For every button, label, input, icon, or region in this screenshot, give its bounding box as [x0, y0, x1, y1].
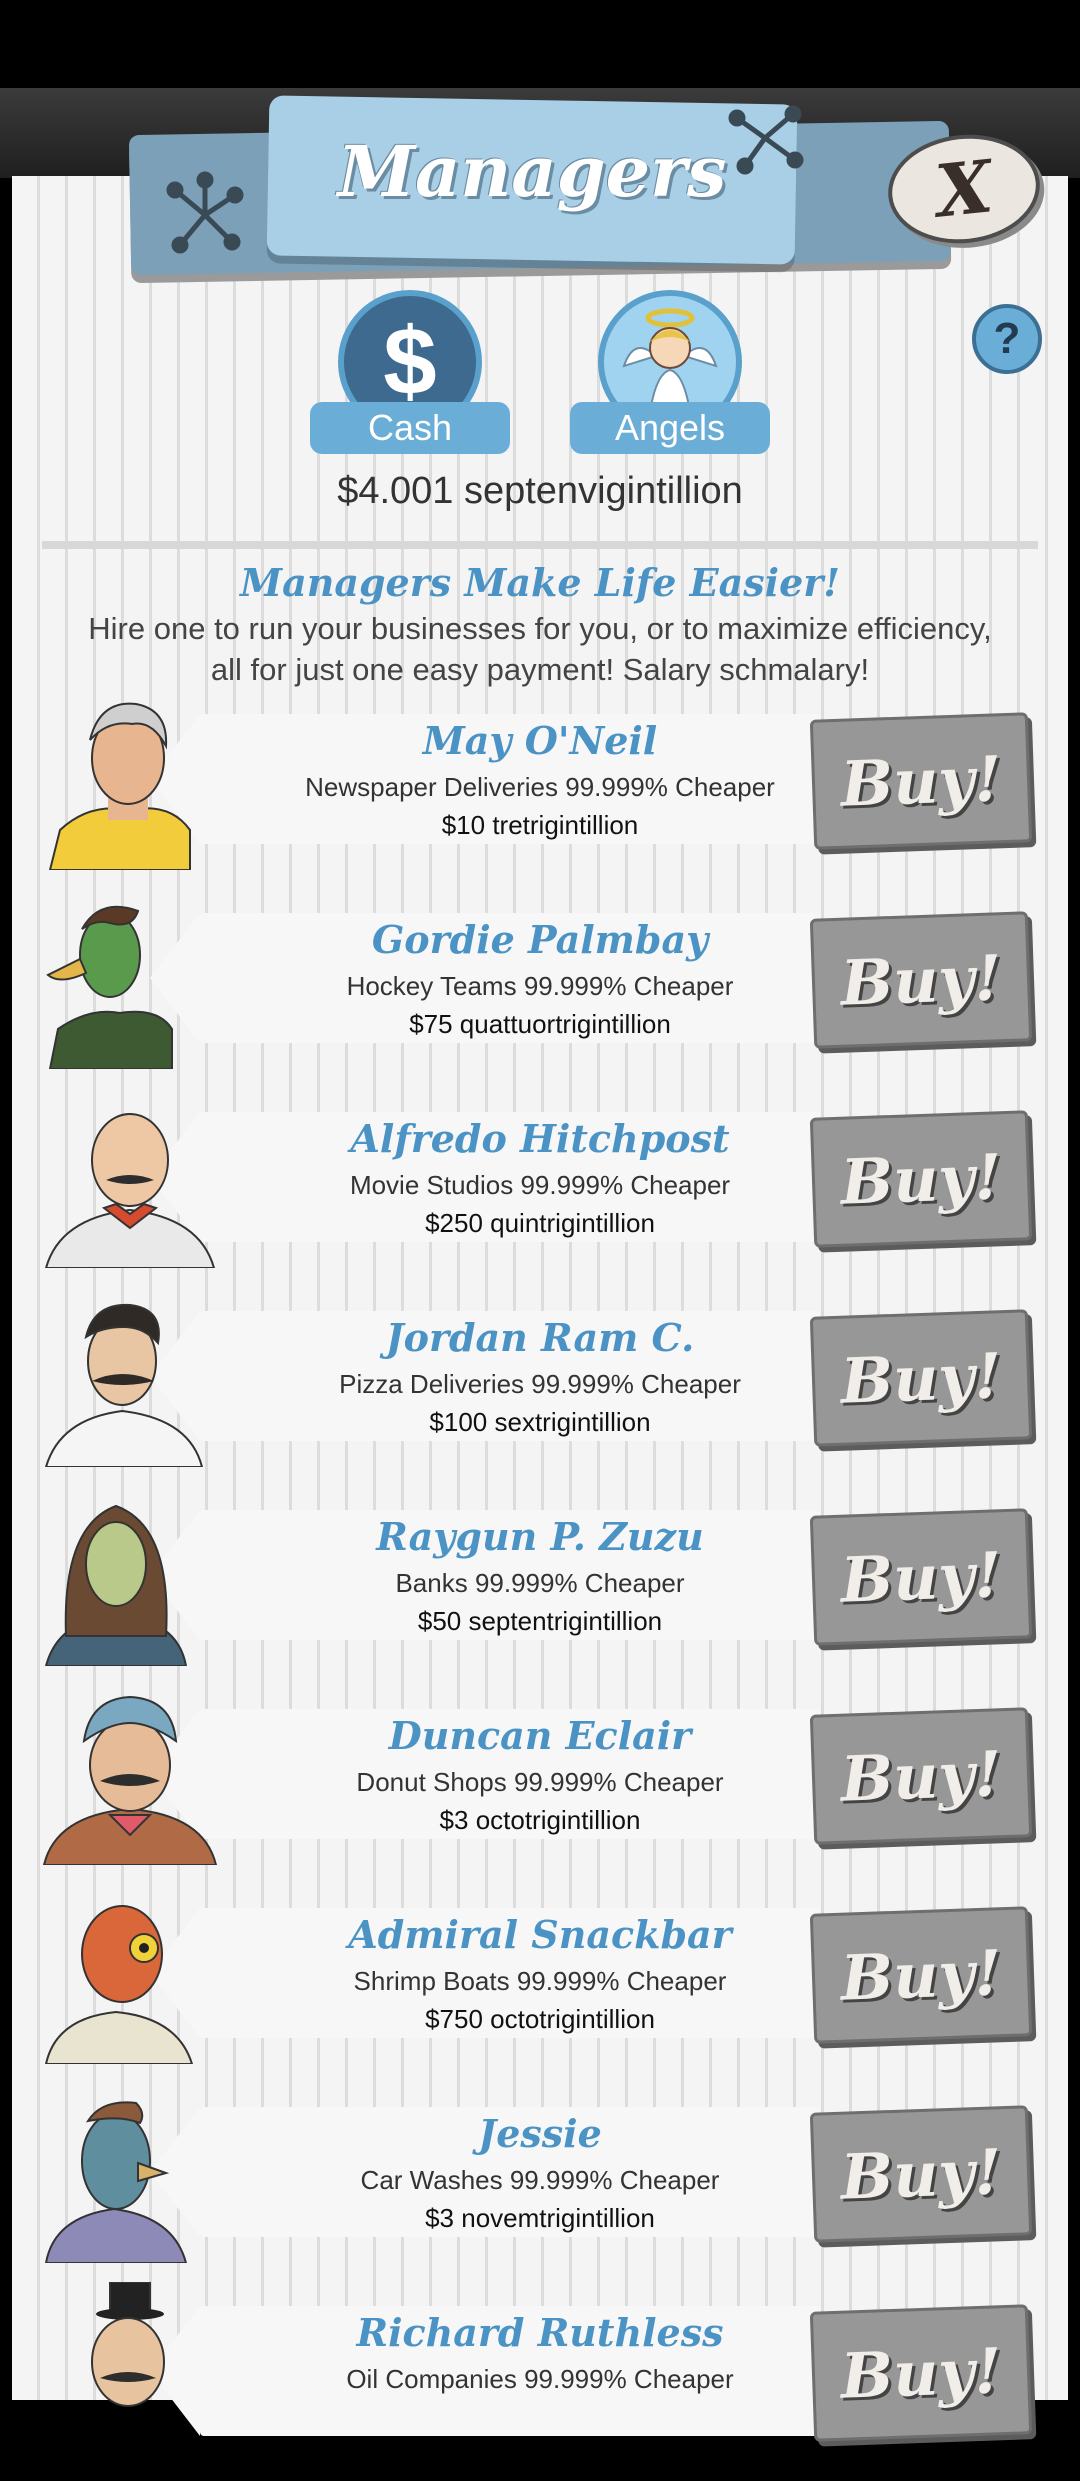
manager-name: Gordie Palmbay [371, 917, 709, 962]
manager-portrait [44, 1504, 188, 1666]
close-icon: X [931, 143, 997, 234]
buy-label: Buy! [839, 1935, 1003, 2015]
buy-button[interactable]: Buy! [809, 712, 1033, 850]
manager-name: May O'Neil [422, 718, 658, 763]
buy-button[interactable]: Buy! [809, 1508, 1033, 1646]
divider [42, 541, 1038, 549]
buy-label: Buy! [839, 1139, 1003, 1219]
manager-description: Hockey Teams 99.999% Cheaper [346, 971, 734, 1001]
manager-cost: $75 quattuortrigintillion [409, 1009, 671, 1039]
manager-description: Car Washes 99.999% Cheaper [360, 2165, 720, 2195]
buy-label: Buy! [839, 1338, 1003, 1418]
manager-portrait [44, 1113, 216, 1268]
manager-name: Jessie [478, 2111, 602, 2156]
manager-name: Admiral Snackbar [348, 1912, 732, 1957]
buy-label: Buy! [839, 741, 1003, 821]
manager-portrait [44, 1303, 204, 1467]
manager-name: Alfredo Hitchpost [350, 1116, 730, 1161]
buy-label: Buy! [839, 2333, 1003, 2413]
tab-label: Cash [310, 402, 510, 454]
buy-label: Buy! [839, 2134, 1003, 2214]
manager-description: Shrimp Boats 99.999% Cheaper [353, 1966, 727, 1996]
buy-button[interactable]: Buy! [809, 1309, 1033, 1447]
manager-row: Gordie Palmbay Hockey Teams 99.999% Chea… [0, 889, 1080, 1088]
manager-row: Jordan Ram C. Pizza Deliveries 99.999% C… [0, 1287, 1080, 1486]
intro-description: Hire one to run your businesses for you,… [88, 611, 992, 687]
manager-cost: $50 septentrigintillion [417, 1606, 663, 1636]
manager-row: Duncan Eclair Donut Shops 99.999% Cheape… [0, 1685, 1080, 1884]
manager-name: Richard Ruthless [356, 2310, 724, 2355]
manager-description: Movie Studios 99.999% Cheaper [349, 1170, 731, 1200]
help-button[interactable]: ? [972, 304, 1042, 374]
manager-name: Raygun P. Zuzu [376, 1514, 704, 1559]
manager-description: Newspaper Deliveries 99.999% Cheaper [305, 772, 775, 802]
manager-row: May O'Neil Newspaper Deliveries 99.999% … [0, 690, 1080, 889]
manager-portrait [48, 702, 191, 870]
manager-cost: $750 octotrigintillion [425, 2004, 655, 2034]
intro-title: Managers Make Life Easier! [240, 560, 840, 605]
buy-button[interactable]: Buy! [809, 1906, 1033, 2044]
manager-cost: $100 sextrigintillion [429, 1407, 651, 1437]
manager-portrait [91, 2282, 165, 2407]
page-title: Managers [337, 130, 727, 213]
manager-description: Pizza Deliveries 99.999% Cheaper [339, 1369, 741, 1399]
buy-label: Buy! [839, 1537, 1003, 1617]
manager-row: Alfredo Hitchpost Movie Studios 99.999% … [0, 1088, 1080, 1287]
help-icon: ? [993, 314, 1021, 363]
manager-description: Oil Companies 99.999% Cheaper [346, 2364, 734, 2394]
buy-button[interactable]: Buy! [809, 2304, 1033, 2442]
manager-row: Raygun P. Zuzu Banks 99.999% Cheaper $50… [0, 1486, 1080, 1685]
manager-cost: $250 quintrigintillion [425, 1208, 655, 1238]
sparkle-icon [728, 105, 804, 175]
buy-button[interactable]: Buy! [809, 911, 1033, 1049]
manager-portrait [44, 2101, 188, 2263]
manager-row: Jessie Car Washes 99.999% Cheaper $3 nov… [0, 2083, 1080, 2282]
manager-portrait [46, 905, 173, 1069]
manager-cost: $3 novemtrigintillion [425, 2203, 655, 2233]
manager-name: Duncan Eclair [388, 1713, 692, 1758]
buy-label: Buy! [839, 1736, 1003, 1816]
sparkle-icon [166, 171, 244, 254]
manager-cost: $10 tretrigintillion [441, 810, 639, 840]
buy-label: Buy! [839, 940, 1003, 1020]
manager-description: Banks 99.999% Cheaper [395, 1568, 685, 1598]
buy-button[interactable]: Buy! [809, 1707, 1033, 1845]
tab-cash[interactable]: $ Cash [310, 290, 510, 460]
manager-portrait [44, 1905, 194, 2064]
buy-button[interactable]: Buy! [809, 2105, 1033, 2243]
manager-portrait [42, 1695, 218, 1865]
manager-description: Donut Shops 99.999% Cheaper [356, 1767, 724, 1797]
buy-button[interactable]: Buy! [809, 1110, 1033, 1248]
manager-cost: $3 octotrigintillion [439, 1805, 641, 1835]
manager-row: Richard Ruthless Oil Companies 99.999% C… [0, 2282, 1080, 2481]
manager-name: Jordan Ram C. [385, 1315, 695, 1360]
cash-balance: $4.001 septenvigintillion [337, 470, 743, 512]
tab-label: Angels [570, 402, 770, 454]
manager-row: Admiral Snackbar Shrimp Boats 99.999% Ch… [0, 1884, 1080, 2083]
svg-text:$: $ [383, 308, 436, 415]
tab-angels[interactable]: Angels [570, 290, 770, 460]
